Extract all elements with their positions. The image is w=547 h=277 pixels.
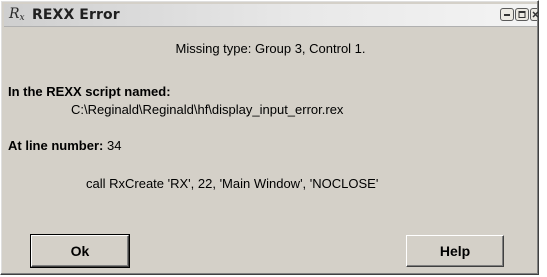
- line-number-row: At line number: 34: [8, 138, 121, 154]
- line-number-value: 34: [106, 138, 122, 153]
- line-number-label: At line number:: [8, 138, 104, 153]
- rx-icon: Rx: [9, 6, 25, 23]
- message-title: Missing type: Group 3, Control 1.: [175, 41, 366, 56]
- rexx-error-dialog: Rx REXX Error Missing type: Group 3, Con…: [0, 0, 539, 275]
- ok-button[interactable]: Ok: [30, 234, 130, 268]
- maximize-icon[interactable]: [515, 8, 529, 21]
- minimize-icon[interactable]: [500, 8, 514, 21]
- close-icon[interactable]: [530, 8, 538, 21]
- code-line: call RxCreate 'RX', 22, 'Main Window', '…: [86, 176, 379, 191]
- script-label: In the REXX script named:: [8, 84, 171, 99]
- window-title: REXX Error: [32, 7, 120, 23]
- script-path: C:\Reginald\Reginald\hf\display_input_er…: [71, 102, 344, 117]
- title-bar[interactable]: Rx REXX Error: [4, 4, 538, 27]
- help-button[interactable]: Help: [406, 235, 504, 267]
